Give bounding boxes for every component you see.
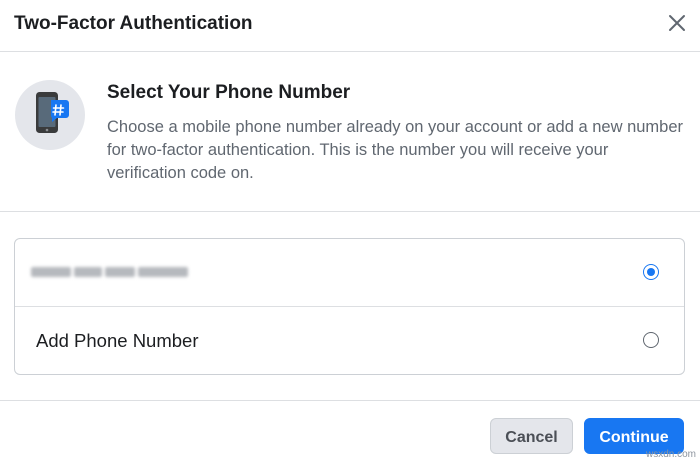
radio-selected[interactable] [643, 264, 659, 280]
section-description: Choose a mobile phone number already on … [107, 118, 684, 182]
close-icon[interactable] [666, 12, 688, 34]
dialog-header: Two-Factor Authentication [0, 0, 700, 52]
watermark: wsxdn.com [645, 449, 696, 460]
radio-unselected[interactable] [643, 332, 659, 348]
cancel-button[interactable]: Cancel [490, 418, 573, 454]
intro-section: Select Your Phone Number Choose a mobile… [0, 52, 700, 212]
phone-hashtag-icon [15, 80, 85, 150]
option-add-phone-number[interactable]: Add Phone Number [15, 307, 684, 375]
section-heading: Select Your Phone Number [107, 82, 351, 103]
dialog-footer: Cancel Continue [0, 400, 700, 462]
option-existing-number[interactable] [15, 239, 684, 307]
phone-options-list: Add Phone Number [14, 238, 685, 375]
dialog-title: Two-Factor Authentication [14, 13, 253, 34]
option-label: Add Phone Number [36, 330, 199, 351]
obscured-phone-number [31, 262, 191, 282]
